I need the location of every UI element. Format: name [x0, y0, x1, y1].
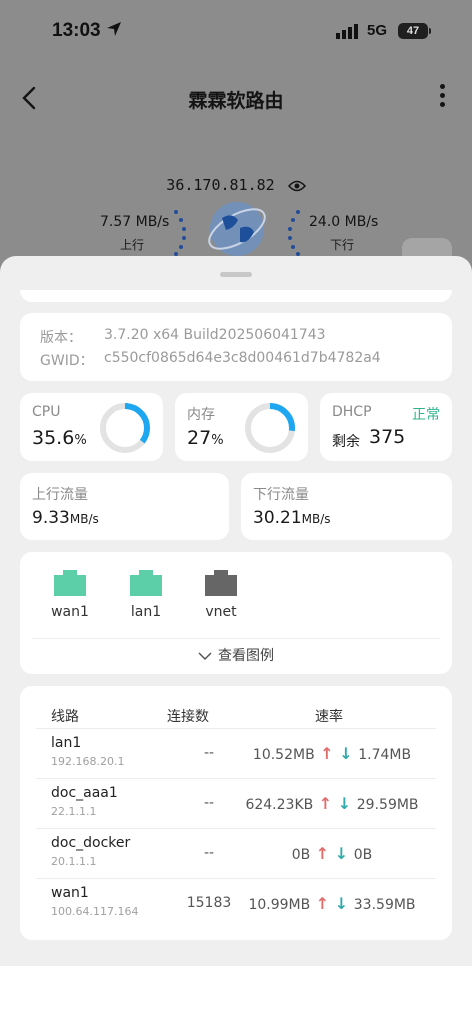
download-flow-icon [288, 210, 300, 256]
line-name: wan1 [51, 885, 89, 901]
view-legend-label: 查看图例 [218, 648, 274, 664]
gwid-value: c550cf0865d64e3c8d00461d7b4782a4 [104, 350, 381, 366]
rate-up: 0B [291, 847, 311, 863]
public-ip-value: 36.170.81.82 [166, 176, 275, 194]
cpu-usage-ring [100, 403, 150, 453]
gwid-label: GWID： [40, 353, 94, 369]
arrow-up-icon: ↑ [313, 794, 338, 813]
arrow-up-icon: ↑ [310, 894, 335, 913]
rate-down: 33.59MB [353, 897, 416, 913]
ethernet-port-icon [205, 570, 237, 596]
page-title: 霖霖软路由 [188, 90, 284, 112]
download-traffic-label: 下行流量 [253, 487, 309, 503]
table-row[interactable]: doc_aaa1 22.1.1.1 -- 624.23KB ↑ ↓ 29.59M… [36, 778, 436, 828]
globe-icon [208, 202, 266, 256]
more-menu-button[interactable] [436, 84, 448, 110]
network-type: 5G [367, 22, 388, 39]
public-ip: 36.170.81.82 [0, 176, 472, 194]
upload-traffic-card[interactable]: 上行流量 9.33MB/s [20, 473, 229, 540]
download-traffic-card[interactable]: 下行流量 30.21MB/s [241, 473, 452, 540]
divider [32, 638, 440, 639]
memory-value: 27% [187, 427, 224, 449]
bottom-sheet: 版本： 3.7.20 x64 Build202506041743 GWID： c… [0, 256, 472, 966]
arrow-up-icon: ↑ [310, 844, 335, 863]
arrow-down-icon: ↓ [337, 794, 357, 813]
table-row[interactable]: lan1 192.168.20.1 -- 10.52MB ↑ ↓ 1.74MB [36, 728, 436, 778]
download-label: 下行 [330, 238, 355, 252]
eye-icon[interactable] [287, 179, 306, 193]
line-ip: 100.64.117.164 [51, 905, 139, 918]
memory-usage-ring [245, 403, 295, 453]
arrow-down-icon: ↓ [339, 744, 359, 763]
upload-traffic-label: 上行流量 [32, 487, 88, 503]
dhcp-label: DHCP [332, 404, 372, 420]
dhcp-card[interactable]: DHCP 正常 剩余 375 [320, 393, 452, 461]
column-header-line: 线路 [51, 709, 79, 725]
status-bar: 13:03 5G 47 [0, 0, 472, 62]
lines-table: 线路 连接数 速率 lan1 192.168.20.1 -- 10.52MB ↑… [20, 686, 452, 940]
rate-down: 1.74MB [358, 747, 412, 763]
status-time: 13:03 [52, 20, 101, 41]
view-legend-button[interactable]: 查看图例 [20, 645, 452, 665]
rate-up: 624.23KB [245, 797, 314, 813]
line-ip: 20.1.1.1 [51, 855, 97, 868]
sheet-top-card-edge [20, 290, 452, 302]
upload-traffic-value: 9.33MB/s [32, 508, 99, 528]
cpu-label: CPU [32, 404, 61, 420]
arrow-down-icon: ↓ [334, 894, 354, 913]
ethernet-port-icon [130, 570, 162, 596]
interface-label: lan1 [130, 604, 162, 620]
line-rate: 0B ↑ ↓ 0B [232, 844, 432, 863]
line-rate: 624.23KB ↑ ↓ 29.59MB [232, 794, 432, 813]
location-arrow-icon [107, 22, 121, 36]
upload-label: 上行 [120, 238, 145, 252]
rate-up: 10.52MB [252, 747, 315, 763]
version-label: 版本： [40, 330, 82, 346]
line-ip: 22.1.1.1 [51, 805, 97, 818]
arrow-down-icon: ↓ [334, 844, 354, 863]
interface-label: vnet [205, 604, 237, 620]
line-name: lan1 [51, 735, 82, 751]
battery-cap [429, 28, 431, 34]
interface-wan1[interactable]: wan1 [40, 570, 100, 620]
interface-label: wan1 [51, 604, 89, 620]
ethernet-port-icon [54, 570, 86, 596]
column-header-connections: 连接数 [167, 709, 209, 725]
version-card: 版本： 3.7.20 x64 Build202506041743 GWID： c… [20, 313, 452, 381]
battery-icon: 47 [398, 23, 428, 39]
dhcp-remaining-value: 375 [369, 426, 406, 448]
rate-down: 0B [353, 847, 373, 863]
dhcp-remaining-label: 剩余 [332, 434, 360, 450]
cpu-card[interactable]: CPU 35.6% [20, 393, 163, 461]
table-row[interactable]: wan1 100.64.117.164 15183 10.99MB ↑ ↓ 33… [36, 878, 436, 928]
column-header-rate: 速率 [315, 709, 343, 725]
download-speed: 24.0 MB/s [309, 214, 379, 230]
line-rate: 10.52MB ↑ ↓ 1.74MB [232, 744, 432, 763]
interface-vnet[interactable]: vnet [191, 570, 251, 620]
signal-icon [336, 24, 358, 39]
background-app-overlay: 13:03 5G 47 霖霖软路由 36.170.81.82 7.57 MB/s… [0, 0, 472, 300]
line-ip: 192.168.20.1 [51, 755, 125, 768]
chevron-down-icon [198, 652, 212, 661]
rate-up: 10.99MB [248, 897, 311, 913]
line-rate: 10.99MB ↑ ↓ 33.59MB [232, 894, 432, 913]
arrow-up-icon: ↑ [314, 744, 340, 763]
memory-card[interactable]: 内存 27% [175, 393, 308, 461]
download-traffic-value: 30.21MB/s [253, 508, 331, 528]
memory-label: 内存 [187, 407, 215, 423]
line-name: doc_docker [51, 835, 131, 851]
interfaces-card: wan1 lan1 vnet 查看图例 [20, 552, 452, 674]
dhcp-status-badge: 正常 [412, 407, 440, 423]
line-name: doc_aaa1 [51, 785, 118, 801]
cpu-value: 35.6% [32, 427, 87, 449]
version-value: 3.7.20 x64 Build202506041743 [104, 327, 326, 343]
upload-speed: 7.57 MB/s [100, 214, 170, 230]
table-row[interactable]: doc_docker 20.1.1.1 -- 0B ↑ ↓ 0B [36, 828, 436, 878]
rate-down: 29.59MB [356, 797, 419, 813]
sheet-drag-handle[interactable] [220, 272, 252, 277]
upload-flow-icon [174, 210, 186, 256]
interface-lan1[interactable]: lan1 [116, 570, 176, 620]
